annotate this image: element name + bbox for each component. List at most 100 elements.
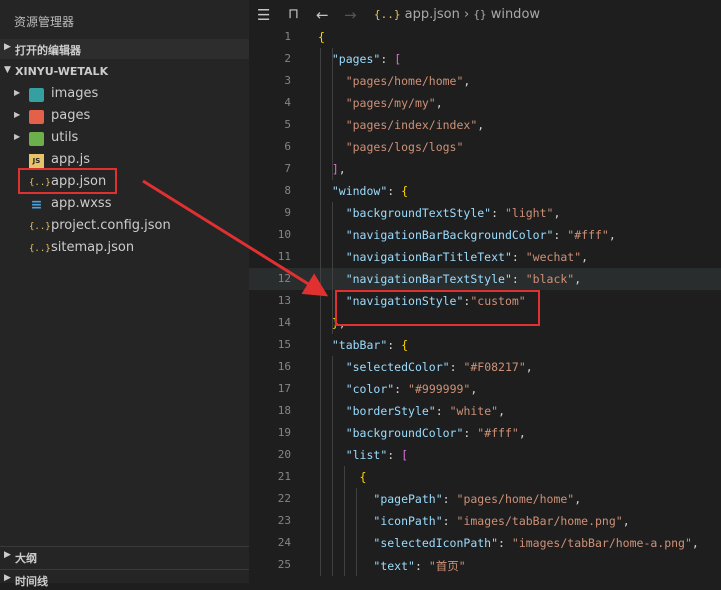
code-text: "pages": [ (331, 52, 402, 66)
code-text: "backgroundColor": "#fff", (345, 426, 526, 440)
outline-label: 大纲 (15, 552, 37, 565)
timeline-section[interactable]: ▶ 时间线 (0, 569, 249, 590)
breadcrumb-file[interactable]: app.json (405, 7, 460, 22)
tree-item-label: pages (51, 108, 91, 123)
highlight-box-app-json (18, 168, 117, 194)
line-number: 10 (277, 228, 291, 241)
chevron-right-icon: ▶ (14, 110, 21, 119)
tree-item-sitemap-json[interactable]: {..} sitemap.json (0, 238, 249, 260)
tree-item-label: project.config.json (51, 218, 171, 233)
line-number: 9 (284, 206, 291, 219)
code-text: "selectedColor": "#F08217", (345, 360, 533, 374)
line-number: 5 (284, 118, 291, 131)
bookmark-icon[interactable]: ⊓ (288, 6, 299, 22)
code-text: "navigationBarTextStyle": "black", (345, 272, 582, 286)
line-number: 19 (277, 426, 291, 439)
line-number: 6 (284, 140, 291, 153)
line-number: 24 (277, 536, 291, 549)
tree-item-label: sitemap.json (51, 240, 135, 255)
tree-item-pages[interactable]: ▶ pages (0, 106, 249, 128)
code-text: "window": { (331, 184, 409, 198)
line-number: 11 (277, 250, 291, 263)
timeline-label: 时间线 (15, 575, 48, 588)
json-file-icon: {..} (29, 222, 51, 232)
js-file-icon: JS (29, 154, 44, 168)
line-number: 14 (277, 316, 291, 329)
line-number: 21 (277, 470, 291, 483)
chevron-right-icon: ▶ (14, 132, 21, 141)
explorer-title: 资源管理器 (14, 15, 75, 29)
chevron-right-icon: ▶ (14, 88, 21, 97)
code-text: "navigationBarBackgroundColor": "#fff", (345, 228, 616, 242)
line-number: 7 (284, 162, 291, 175)
code-text: "tabBar": { (331, 338, 409, 352)
indent-guide (320, 48, 321, 576)
line-number: 15 (277, 338, 291, 351)
indent-guide (332, 48, 333, 180)
list-icon[interactable]: ☰ (257, 6, 270, 24)
code-text: "backgroundTextStyle": "light", (345, 206, 561, 220)
indent-guide (344, 466, 345, 576)
tree-item-project-config-json[interactable]: {..} project.config.json (0, 216, 249, 238)
workspace-section[interactable]: ▼ XINYU-WETALK (0, 62, 249, 82)
tree-item-utils[interactable]: ▶ utils (0, 128, 249, 150)
code-text: "borderStyle": "white", (345, 404, 505, 418)
line-number: 1 (284, 30, 291, 43)
line-number: 8 (284, 184, 291, 197)
json-file-icon: {..} (29, 244, 51, 254)
code-text: "color": "#999999", (345, 382, 478, 396)
code-text: "navigationBarTitleText": "wechat", (345, 250, 589, 264)
code-line[interactable]: 1{ (249, 26, 721, 48)
code-text: "pages/logs/logs" (345, 140, 464, 154)
line-number: 18 (277, 404, 291, 417)
json-file-icon: {..} (374, 8, 401, 21)
code-text: { (359, 470, 367, 484)
tree-item-label: images (51, 86, 99, 101)
line-number: 4 (284, 96, 291, 109)
chevron-down-icon: ▼ (4, 65, 11, 75)
line-number: 16 (277, 360, 291, 373)
open-editors-section[interactable]: ▶ 打开的编辑器 (0, 39, 249, 59)
line-number: 22 (277, 492, 291, 505)
line-number: 17 (277, 382, 291, 395)
utils-folder-icon (29, 132, 44, 146)
outline-section[interactable]: ▶ 大纲 (0, 546, 249, 567)
open-editors-label: 打开的编辑器 (15, 44, 81, 57)
line-number: 12 (277, 272, 291, 285)
images-folder-icon (29, 88, 44, 102)
code-text: "pagePath": "pages/home/home", (373, 492, 582, 506)
pages-folder-icon (29, 110, 44, 124)
explorer-sidebar: 资源管理器 ▶ 打开的编辑器 ▼ XINYU-WETALK ▶ images ▶… (0, 0, 249, 588)
forward-arrow-icon[interactable]: → (344, 6, 357, 24)
code-text: "pages/home/home", (345, 74, 471, 88)
workspace-label: XINYU-WETALK (15, 65, 109, 78)
line-number: 23 (277, 514, 291, 527)
chevron-right-icon: ▶ (4, 42, 11, 52)
breadcrumb: {..} app.json › {} window (374, 7, 540, 22)
code-text: "text": "首页" (373, 559, 466, 573)
line-number: 3 (284, 74, 291, 87)
chevron-right-icon: ▶ (4, 573, 11, 583)
code-text: { (318, 30, 325, 44)
tree-item-app-wxss[interactable]: ≡ app.wxss (0, 194, 249, 216)
object-icon: {} (473, 8, 487, 21)
code-text: "iconPath": "images/tabBar/home.png", (373, 514, 630, 528)
indent-guide (332, 202, 333, 334)
line-number: 25 (277, 558, 291, 571)
breadcrumb-separator: › (463, 7, 470, 22)
breadcrumb-symbol[interactable]: window (491, 7, 540, 22)
chevron-right-icon: ▶ (4, 550, 11, 560)
tree-item-label: app.js (51, 152, 90, 167)
code-text: "pages/my/my", (345, 96, 443, 110)
line-number: 2 (284, 52, 291, 65)
css-file-icon: ≡ (30, 197, 43, 213)
back-arrow-icon[interactable]: ← (316, 6, 329, 24)
indent-guide (356, 488, 357, 576)
code-text: "selectedIconPath": "images/tabBar/home-… (373, 536, 699, 550)
code-text: "pages/index/index", (345, 118, 485, 132)
tree-item-images[interactable]: ▶ images (0, 84, 249, 106)
highlight-box-navigation-style (335, 290, 540, 326)
tree-item-label: app.wxss (51, 196, 112, 211)
tree-item-label: utils (51, 130, 79, 145)
indent-guide (332, 356, 333, 576)
